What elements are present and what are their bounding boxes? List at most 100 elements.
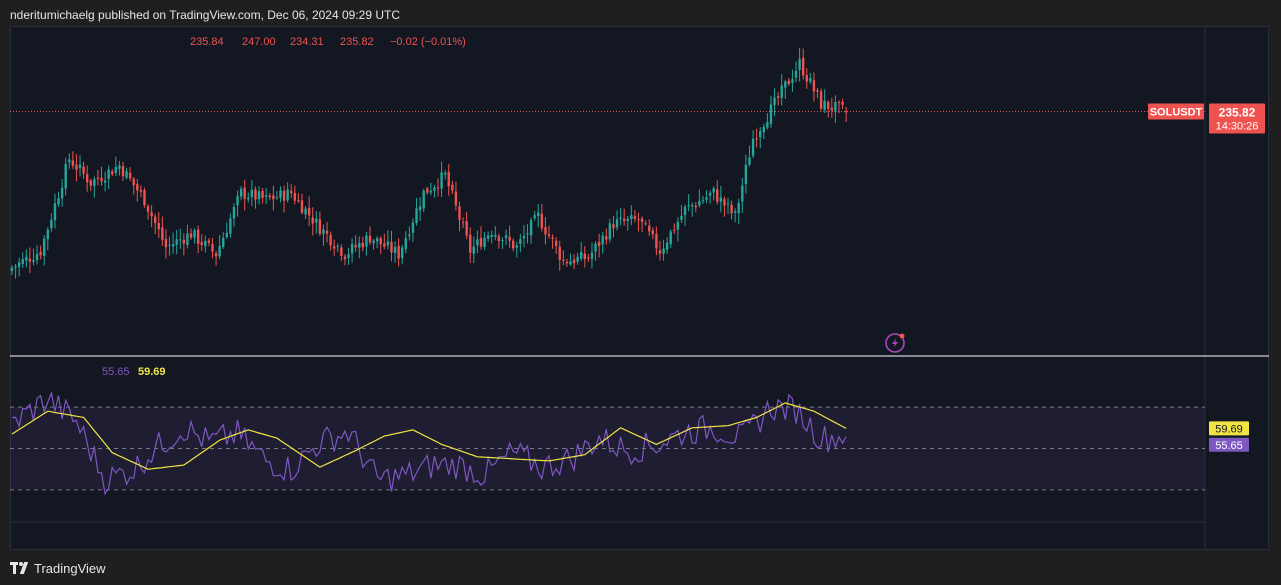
candle-body [171, 244, 175, 247]
candle-body [268, 195, 271, 198]
candle-body [368, 235, 372, 243]
candle-body [14, 266, 17, 268]
candle-body [53, 203, 57, 221]
candle-body [737, 202, 740, 214]
candle-body [812, 80, 816, 92]
candle-body [762, 126, 765, 133]
lightning-alert-icon[interactable] [885, 333, 905, 353]
candle-body [583, 253, 586, 260]
candle-body [39, 251, 42, 256]
candle-body [776, 96, 780, 98]
svg-text:55.65: 55.65 [1215, 440, 1243, 452]
chart-canvas[interactable]: 235.84 247.00 234.31 235.82 −0.02 (−0.01… [10, 26, 1269, 550]
candle-body [236, 196, 239, 206]
candle-body [196, 229, 200, 244]
candle-body [791, 79, 794, 83]
candle-body [290, 190, 293, 194]
candle-body [469, 234, 472, 253]
candle-body [10, 267, 14, 271]
candle-body [479, 238, 483, 247]
candle-body [282, 190, 286, 201]
candle-body [691, 205, 694, 207]
candle-body [680, 215, 683, 220]
candle-body [107, 169, 110, 179]
candle-body [329, 234, 332, 246]
candle-body [60, 187, 64, 199]
candle-body [85, 174, 89, 183]
candle-body [701, 200, 705, 202]
candle-body [333, 246, 336, 249]
candle-body [683, 206, 687, 216]
candle-body [429, 190, 433, 193]
rsi-tag: 55.65 [1209, 437, 1249, 452]
candle-body [311, 217, 314, 224]
candle-body [361, 242, 365, 248]
candle-body [354, 244, 357, 248]
candle-body [393, 246, 397, 253]
candle-body [229, 218, 232, 234]
candle-body [658, 250, 662, 254]
candle-body [175, 239, 178, 245]
candle-body [640, 218, 644, 222]
candle-body [748, 157, 751, 165]
tradingview-logo-icon [10, 562, 30, 574]
candle-body [551, 237, 554, 239]
candle-body [257, 191, 261, 200]
candle-body [644, 223, 647, 225]
candle-body [590, 252, 594, 259]
candle-body [526, 233, 529, 235]
candle-body [597, 241, 601, 246]
candle-body [307, 207, 311, 216]
candle-body [347, 254, 350, 259]
candle-body [247, 197, 250, 200]
candle-body [834, 101, 837, 112]
candle-body [207, 240, 211, 243]
candle-body [189, 233, 193, 238]
candle-body [766, 122, 769, 128]
tradingview-brand[interactable]: TradingView [10, 559, 106, 577]
candle-body [139, 189, 143, 192]
ohlc-high: 247.00 [242, 36, 276, 48]
candle-body [200, 242, 203, 246]
candle-body [626, 218, 629, 221]
candle-body [648, 225, 651, 232]
candle-body [630, 215, 633, 220]
candle-body [576, 256, 579, 262]
price-pane[interactable] [10, 47, 848, 279]
candle-body [794, 70, 798, 78]
candle-body [261, 191, 264, 198]
candle-body [304, 208, 307, 215]
candle-body [544, 227, 547, 235]
candle-body [57, 198, 60, 205]
candle-body [250, 189, 254, 198]
candle-body [136, 184, 139, 191]
candle-body [486, 235, 490, 239]
candle-body [676, 221, 680, 230]
candle-body [744, 164, 748, 184]
candle-body [404, 238, 407, 250]
candle-body [769, 104, 773, 124]
candle-body [43, 238, 46, 256]
candle-body [350, 243, 354, 254]
candle-body [365, 235, 368, 247]
candle-body [179, 239, 182, 241]
candle-body [28, 258, 32, 262]
rsi-pane[interactable] [10, 390, 1205, 496]
candle-body [508, 236, 511, 241]
candle-body [322, 229, 325, 235]
candle-body [730, 204, 733, 214]
candle-body [433, 187, 436, 191]
candle-body [146, 206, 150, 212]
rsi-ma-legend-value: 59.69 [138, 366, 166, 378]
candle-body [218, 245, 221, 257]
candle-body [594, 243, 597, 252]
candle-body [82, 166, 85, 174]
candle-body [440, 172, 443, 189]
candle-body [89, 180, 92, 186]
candle-body [608, 223, 612, 240]
candle-body [443, 172, 447, 175]
candle-body [103, 180, 107, 183]
candle-body [422, 190, 425, 209]
candle-body [816, 90, 819, 92]
candle-body [436, 187, 440, 189]
